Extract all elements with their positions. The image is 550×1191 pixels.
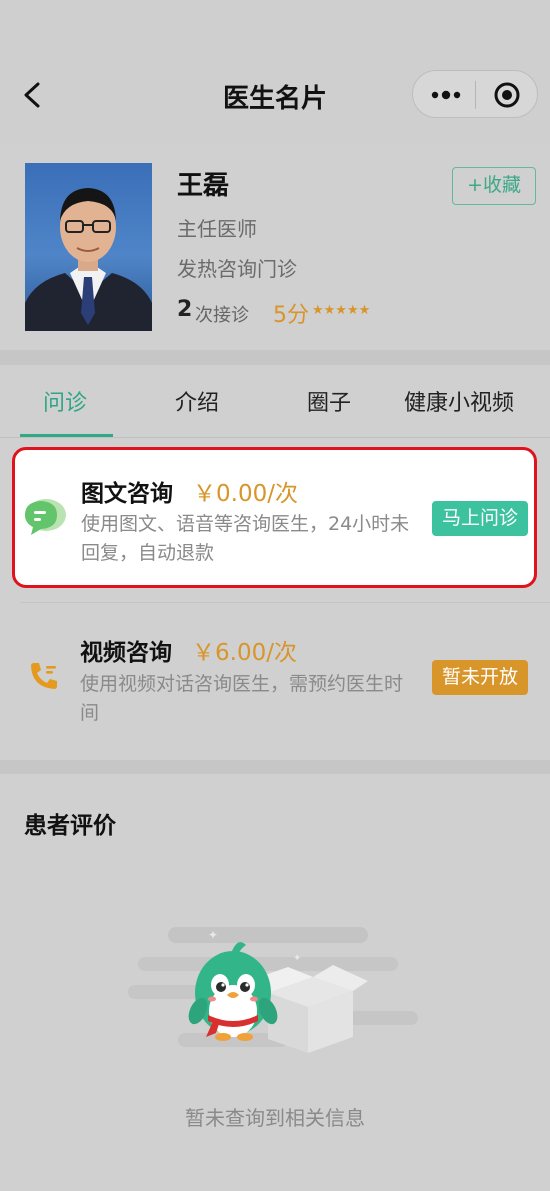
visits-count: 2 (177, 297, 193, 322)
doctor-portrait-image (25, 188, 152, 331)
divider (20, 602, 550, 603)
visits-label: 次接诊 (195, 305, 249, 326)
capsule-divider (475, 81, 476, 109)
rating-score: 5分 (273, 303, 309, 328)
doctor-department: 发热咨询门诊 (177, 257, 297, 281)
text-consult-description: 使用图文、语音等咨询医生，24小时未回复，自动退款 (81, 513, 410, 564)
favorite-button[interactable]: +收藏 (452, 167, 536, 205)
empty-state-text: 暂未查询到相关信息 (185, 1106, 365, 1130)
text-consult-price: ￥0.00/次 (193, 481, 298, 507)
tab-intro[interactable]: 介绍 (175, 385, 219, 417)
svg-text:✦: ✦ (293, 953, 301, 964)
svg-text:✦: ✦ (208, 928, 218, 942)
consult-now-button[interactable]: 马上问诊 (432, 501, 528, 536)
mini-program-capsule (412, 70, 538, 118)
doctor-title: 主任医师 (177, 217, 257, 241)
tab-health-videos[interactable]: 健康小视频 (404, 385, 514, 417)
section-gap (0, 350, 550, 365)
doctor-name: 王磊 (177, 171, 230, 201)
tab-circle[interactable]: 圈子 (307, 385, 351, 417)
more-dots-icon[interactable] (431, 85, 461, 105)
video-consult-title: 视频咨询 (80, 640, 172, 666)
video-consult-description: 使用视频对话咨询医生，需预约医生时间 (80, 673, 404, 724)
text-consult-title: 图文咨询 (81, 481, 173, 507)
tab-consult[interactable]: 问诊 (43, 385, 87, 417)
target-icon[interactable] (493, 81, 521, 109)
doctor-photo (25, 163, 152, 331)
section-gap (0, 760, 550, 774)
empty-state-illustration: ✦ ✦ (128, 927, 418, 1053)
reviews-title: 患者评价 (24, 813, 116, 839)
chat-bubble-icon (25, 499, 66, 535)
video-consult-price: ￥6.00/次 (192, 640, 297, 666)
rating-stars: ★★★★★ (312, 303, 371, 318)
tab-active-indicator (20, 434, 113, 437)
not-open-button[interactable]: 暂未开放 (432, 660, 528, 695)
phone-icon (31, 663, 57, 689)
